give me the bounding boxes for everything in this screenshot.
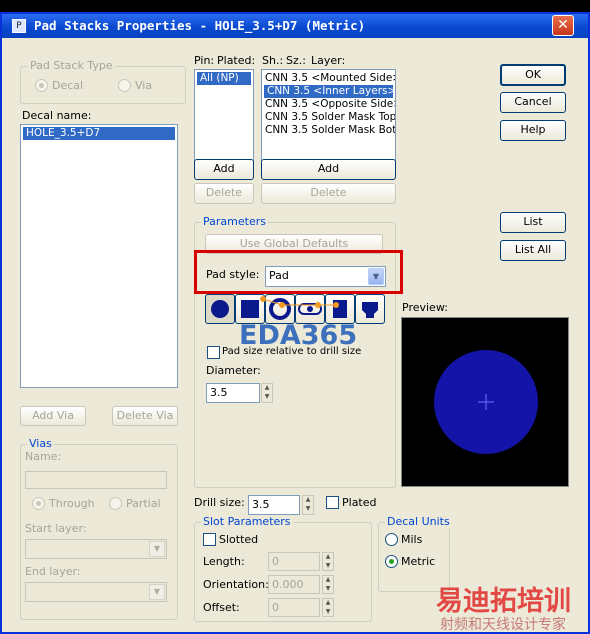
vias-title: Vias (27, 437, 54, 450)
offset-spinner[interactable]: ▲ ▼ (322, 598, 334, 617)
decal-item-hole[interactable]: HOLE_3.5+D7 (23, 127, 175, 140)
decal-name-label: Decal name: (22, 109, 92, 122)
end-layer-label: End layer: (25, 565, 81, 578)
orientation-spinner[interactable]: ▲ ▼ (322, 575, 334, 594)
round-pad-icon (211, 300, 229, 318)
cancel-button[interactable]: Cancel (500, 92, 566, 113)
plated-checkbox[interactable] (326, 496, 339, 509)
offset-label: Offset: (203, 601, 240, 614)
length-input[interactable]: 0 (268, 552, 320, 571)
add-via-button[interactable]: Add Via (20, 406, 86, 426)
delete-via-button[interactable]: Delete Via (112, 406, 178, 426)
list-all-button[interactable]: List All (500, 240, 566, 261)
metric-label: Metric (401, 555, 436, 568)
drill-size-label: Drill size: (194, 496, 245, 509)
pin-add-button[interactable]: Add (194, 159, 254, 180)
pad-size-relative-checkbox[interactable] (207, 346, 220, 359)
pin-delete-button[interactable]: Delete (194, 183, 254, 204)
pin-list[interactable]: All (NP) (194, 69, 254, 161)
watermark-tagline: 射频和天线设计专家 (440, 617, 566, 633)
through-radio[interactable] (32, 497, 45, 510)
slotted-checkbox[interactable] (203, 533, 216, 546)
through-label: Through (49, 497, 95, 510)
layer-item[interactable]: CNN 3.5 <Mounted Side> (262, 72, 395, 85)
via-radio-label: Via (135, 79, 153, 92)
pad-preview (434, 350, 538, 454)
decal-units-title: Decal Units (385, 515, 452, 528)
spin-down-icon: ▼ (305, 505, 311, 512)
orientation-label: Orientation: (203, 578, 269, 591)
pad-size-relative-label: Pad size relative to drill size (222, 346, 362, 357)
pin-header: Pin: (194, 54, 215, 67)
parameters-title: Parameters (201, 215, 268, 228)
spin-down-icon: ▼ (264, 393, 270, 400)
layer-header: Layer: (311, 54, 346, 67)
mils-label: Mils (401, 533, 423, 546)
preview-label: Preview: (402, 301, 448, 314)
length-label: Length: (203, 555, 245, 568)
pad-stack-type-title: Pad Stack Type (28, 59, 115, 72)
layer-delete-button[interactable]: Delete (261, 183, 396, 204)
via-radio[interactable] (118, 79, 131, 92)
length-spinner[interactable]: ▲ ▼ (322, 552, 334, 571)
app-icon: P (12, 19, 26, 33)
plated-label: Plated (342, 496, 377, 509)
watermark-brand: 易迪拓培训 (436, 586, 571, 617)
pin-item[interactable]: All (NP) (197, 72, 251, 85)
end-layer-select[interactable]: ▼ (25, 582, 167, 602)
layer-item[interactable]: CNN 3.5 Solder Mask Top (262, 111, 395, 124)
slot-parameters-title: Slot Parameters (201, 515, 293, 528)
pad-stacks-dialog: Pad Stacks Properties - HOLE_3.5+D7 (Met… (0, 12, 590, 634)
offset-input[interactable]: 0 (268, 598, 320, 617)
layer-list[interactable]: CNN 3.5 <Mounted Side> CNN 3.5 <Inner La… (261, 69, 396, 161)
list-button[interactable]: List (500, 212, 566, 233)
diameter-spinner[interactable]: ▲ ▼ (261, 383, 273, 403)
close-button[interactable]: ✕ (552, 15, 574, 36)
ok-button[interactable]: OK (500, 64, 566, 86)
partial-label: Partial (126, 497, 161, 510)
layer-item[interactable]: CNN 3.5 Solder Mask Bottom (262, 124, 395, 137)
via-name-input[interactable] (25, 471, 167, 489)
diameter-input[interactable]: 3.5 (206, 383, 260, 403)
shape-header: Sh.: (262, 54, 284, 67)
via-name-label: Name: (25, 450, 62, 463)
orientation-input[interactable]: 0.000 (268, 575, 320, 594)
layer-item[interactable]: CNN 3.5 <Inner Layers> (264, 85, 393, 98)
drill-size-spinner[interactable]: ▲ ▼ (302, 495, 314, 515)
layer-add-button[interactable]: Add (261, 159, 396, 180)
chevron-down-icon: ▼ (149, 541, 165, 557)
size-header: Sz.: (286, 54, 306, 67)
partial-radio[interactable] (109, 497, 122, 510)
spin-up-icon: ▲ (264, 384, 270, 391)
mils-radio[interactable] (385, 533, 398, 546)
metric-radio[interactable] (385, 555, 398, 568)
start-layer-label: Start layer: (25, 522, 87, 535)
preview-canvas (401, 317, 569, 487)
drill-size-input[interactable]: 3.5 (248, 495, 300, 515)
round-pad-button[interactable] (205, 294, 235, 324)
decal-name-list[interactable]: HOLE_3.5+D7 (20, 124, 178, 388)
slotted-label: Slotted (219, 533, 259, 546)
help-button[interactable]: Help (500, 120, 566, 141)
pad-style-highlight (194, 250, 403, 294)
window-title: Pad Stacks Properties - HOLE_3.5+D7 (Met… (34, 18, 366, 33)
plated-header: Plated: (217, 54, 256, 67)
close-icon: ✕ (557, 17, 569, 33)
decal-radio-label: Decal (52, 79, 84, 92)
layer-item[interactable]: CNN 3.5 <Opposite Side> (262, 98, 395, 111)
diameter-label: Diameter: (206, 364, 261, 377)
decal-radio[interactable] (35, 79, 48, 92)
spin-up-icon: ▲ (305, 496, 311, 503)
title-bar: Pad Stacks Properties - HOLE_3.5+D7 (Met… (2, 14, 588, 38)
start-layer-select[interactable]: ▼ (25, 539, 167, 559)
chevron-down-icon: ▼ (149, 584, 165, 600)
